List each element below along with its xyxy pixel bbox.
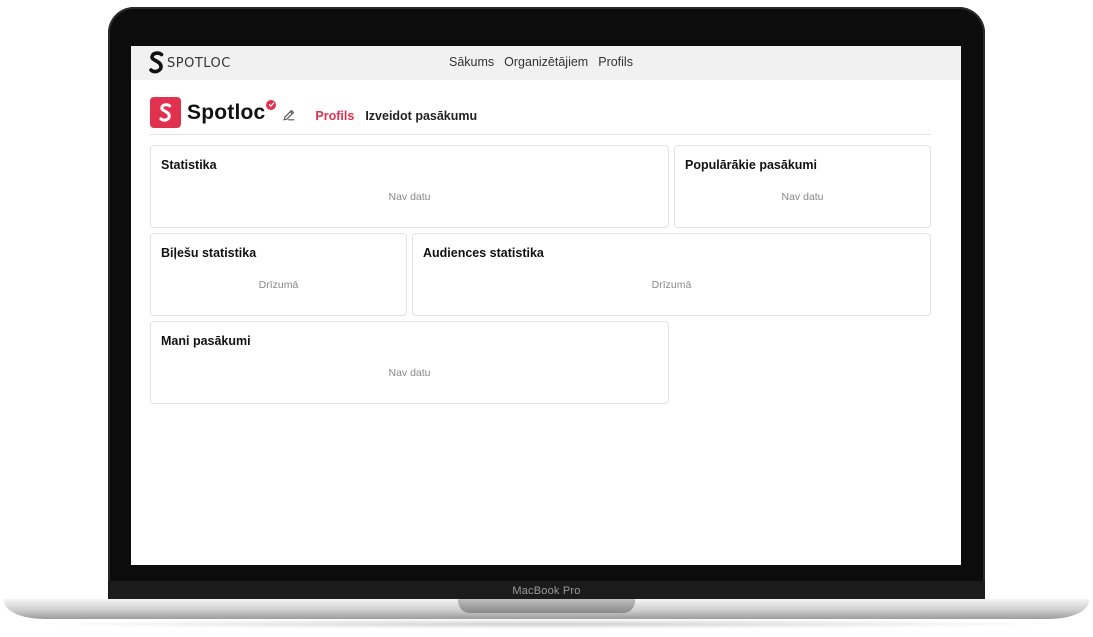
tab-izveidot-pasakumu[interactable]: Izveidot pasākumu xyxy=(365,109,477,123)
spotloc-logo-icon xyxy=(149,51,164,74)
card-statistika: Statistika Nav datu xyxy=(150,145,669,228)
device-label: MacBook Pro xyxy=(512,585,581,597)
profile-name: Spotloc xyxy=(187,100,266,124)
brand-logo[interactable]: SPOTLOC xyxy=(149,51,231,75)
profile-tabs: Profils Izveidot pasākumu xyxy=(315,109,477,123)
card-title: Statistika xyxy=(161,158,217,172)
card-mani-pasakumi: Mani pasākumi Nav datu xyxy=(150,321,669,404)
card-popularakie-pasakumi: Populārākie pasākumi Nav datu xyxy=(674,145,931,228)
avatar xyxy=(150,97,181,128)
card-title: Biļešu statistika xyxy=(161,246,257,260)
logo-text: SPOTLOC xyxy=(167,55,231,71)
profile-header: Spotloc Profils Izveidot pasākumu xyxy=(150,97,477,128)
card-title: Mani pasākumi xyxy=(161,334,251,348)
header-divider xyxy=(150,134,931,135)
tab-profils[interactable]: Profils xyxy=(315,109,354,123)
nav-link-sakums[interactable]: Sākums xyxy=(449,55,494,69)
nav-link-profils[interactable]: Profils xyxy=(598,55,633,69)
screen: SPOTLOC Sākums Organizētājiem Profils Sp… xyxy=(131,46,961,565)
nav-links: Sākums Organizētājiem Profils xyxy=(449,55,633,69)
laptop-shadow xyxy=(30,619,1063,629)
card-empty-text: Nav datu xyxy=(388,367,431,379)
card-bilesu-statistika: Biļešu statistika Drīzumā xyxy=(150,233,407,316)
laptop-notch xyxy=(458,599,635,613)
card-audiences-statistika: Audiences statistika Drīzumā xyxy=(412,233,931,316)
nav-link-organizetajiem[interactable]: Organizētājiem xyxy=(504,55,588,69)
edit-icon[interactable] xyxy=(282,108,296,122)
verified-badge-icon xyxy=(266,99,277,110)
card-empty-text: Drīzumā xyxy=(258,279,299,291)
navbar: SPOTLOC Sākums Organizētājiem Profils xyxy=(131,46,961,80)
card-empty-text: Nav datu xyxy=(781,191,824,203)
card-empty-text: Drīzumā xyxy=(651,279,692,291)
card-title: Populārākie pasākumi xyxy=(685,158,818,172)
avatar-logo-icon xyxy=(159,102,172,122)
card-title: Audiences statistika xyxy=(423,246,544,260)
card-empty-text: Nav datu xyxy=(388,191,431,203)
